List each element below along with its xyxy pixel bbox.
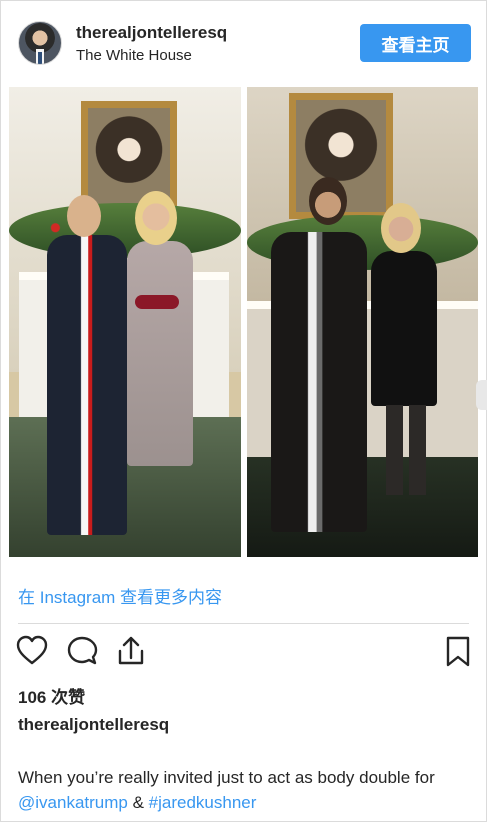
instagram-embed-card: therealjontelleresq The White House 查看主页 xyxy=(0,0,487,822)
heart-icon-svg xyxy=(16,635,48,665)
page-edge-tab[interactable] xyxy=(476,380,487,410)
post-caption: When you’re really invited just to act a… xyxy=(18,765,448,815)
comment-icon-svg xyxy=(67,636,98,665)
caption-owner[interactable]: therealjontelleresq xyxy=(18,715,169,735)
photo-right[interactable] xyxy=(247,87,478,557)
view-profile-button[interactable]: 查看主页 xyxy=(360,24,471,62)
man-head-right xyxy=(309,177,347,225)
woman-head-left xyxy=(135,191,177,245)
post-header: therealjontelleresq The White House 查看主页 xyxy=(1,1,486,85)
man-in-suit-right xyxy=(271,232,367,532)
jaredkushner-hashtag-link[interactable]: #jaredkushner xyxy=(149,793,257,812)
heart-icon[interactable] xyxy=(15,634,49,668)
woman-in-gown-left xyxy=(127,241,193,466)
avatar-tie xyxy=(38,52,42,64)
post-image-collage[interactable] xyxy=(9,87,478,557)
avatar[interactable] xyxy=(18,21,62,65)
username[interactable]: therealjontelleresq xyxy=(76,23,227,43)
man-head-left xyxy=(67,195,101,237)
man-in-suit-left xyxy=(47,235,127,535)
like-count[interactable]: 106 次赞 xyxy=(18,683,85,708)
content-divider xyxy=(18,623,469,624)
woman-head-right xyxy=(381,203,421,253)
comment-icon[interactable] xyxy=(65,634,99,668)
share-icon[interactable] xyxy=(114,634,148,668)
share-icon-svg xyxy=(118,636,144,665)
woman-legs-right xyxy=(386,405,426,495)
location-label[interactable]: The White House xyxy=(76,47,192,64)
caption-text: When you’re really invited just to act a… xyxy=(18,768,435,787)
bookmark-icon-svg xyxy=(446,636,470,667)
photo-left[interactable] xyxy=(9,87,241,557)
ivankatrump-mention-link[interactable]: @ivankatrump xyxy=(18,793,128,812)
view-more-on-instagram-link[interactable]: 在 Instagram 查看更多内容 xyxy=(18,583,222,608)
bookmark-icon[interactable] xyxy=(441,634,475,668)
red-bow-sash xyxy=(135,295,179,309)
caption-ampersand: & xyxy=(127,793,149,812)
woman-in-black-dress-right xyxy=(371,251,437,406)
